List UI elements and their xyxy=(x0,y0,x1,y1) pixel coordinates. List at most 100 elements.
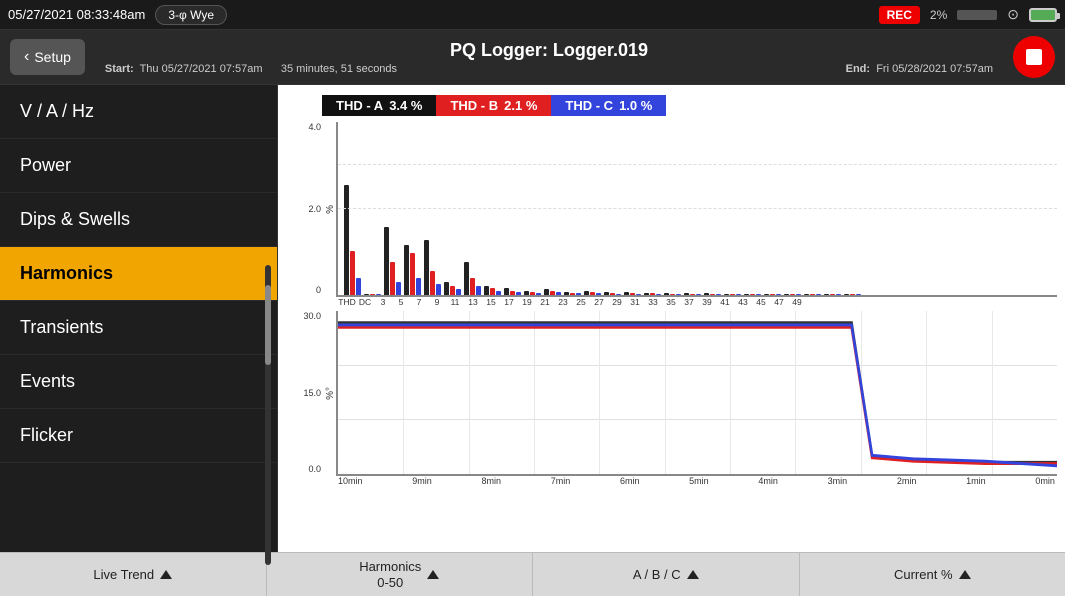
line-x-label-7: 3min xyxy=(828,476,848,486)
bar-a-2 xyxy=(384,227,389,295)
sidebar-item-transients[interactable]: Transients xyxy=(0,301,277,355)
line-x-label-9: 1min xyxy=(966,476,986,486)
bar-group-20 xyxy=(744,294,761,295)
bar-group-5 xyxy=(444,282,461,295)
bar-c-18 xyxy=(716,294,721,295)
bar-a-24 xyxy=(824,294,829,295)
bar-a-1 xyxy=(364,294,369,295)
thd-c-badge: THD - C 1.0 % xyxy=(551,95,666,116)
bar-a-19 xyxy=(724,294,729,295)
bar-c-16 xyxy=(676,294,681,295)
bar-group-10 xyxy=(544,289,561,295)
back-button[interactable]: ‹ Setup xyxy=(10,39,85,75)
main-area: V / A / Hz Power Dips & Swells Harmonics… xyxy=(0,85,1065,552)
bar-c-3 xyxy=(416,278,421,295)
line-chart-container: 30.0 15.0 0.0 %° xyxy=(286,311,1057,486)
bar-c-2 xyxy=(396,282,401,295)
bar-group-0 xyxy=(344,185,361,295)
bar-a-18 xyxy=(704,293,709,295)
bar-group-25 xyxy=(844,294,861,295)
bar-b-12 xyxy=(590,292,595,295)
thd-b-value: 2.1 % xyxy=(504,98,537,113)
line-chart xyxy=(336,311,1057,476)
bar-c-5 xyxy=(456,289,461,295)
sidebar-item-power[interactable]: Power xyxy=(0,139,277,193)
bar-b-7 xyxy=(490,288,495,295)
bar-a-11 xyxy=(564,292,569,295)
bar-b-18 xyxy=(710,294,715,295)
bar-x-label-8: 15 xyxy=(482,297,500,307)
bar-group-8 xyxy=(504,288,521,295)
bar-a-21 xyxy=(764,294,769,295)
bar-b-13 xyxy=(610,293,615,295)
thd-a-label: THD - A xyxy=(336,98,383,113)
current-pct-button[interactable]: Current % xyxy=(800,553,1065,596)
harmonics-0-50-button[interactable]: Harmonics 0-50 xyxy=(267,553,534,596)
bar-group-23 xyxy=(804,294,821,295)
thd-c-label: THD - C xyxy=(565,98,613,113)
bar-group-13 xyxy=(604,292,621,295)
bar-b-14 xyxy=(630,293,635,295)
bar-c-22 xyxy=(796,294,801,295)
thd-c-value: 1.0 % xyxy=(619,98,652,113)
page-title: PQ Logger: Logger.019 xyxy=(85,40,1013,61)
bar-c-14 xyxy=(636,294,641,295)
live-trend-arrow-icon xyxy=(160,570,172,579)
sidebar-item-dips-swells[interactable]: Dips & Swells xyxy=(0,193,277,247)
bar-x-label-9: 17 xyxy=(500,297,518,307)
bar-c-0 xyxy=(356,278,361,295)
line-x-label-5: 5min xyxy=(689,476,709,486)
bar-x-labels: THDDC35791113151719212325272931333537394… xyxy=(338,297,1057,307)
bar-group-22 xyxy=(784,294,801,295)
thd-badges: THD - A 3.4 % THD - B 2.1 % THD - C 1.0 … xyxy=(322,95,1057,116)
bar-c-9 xyxy=(536,293,541,295)
bar-x-label-12: 23 xyxy=(554,297,572,307)
bar-group-18 xyxy=(704,293,721,295)
bar-b-8 xyxy=(510,291,515,295)
bar-x-label-14: 27 xyxy=(590,297,608,307)
bar-x-label-4: 7 xyxy=(410,297,428,307)
bar-y-min: 0 xyxy=(316,285,321,295)
line-y-min: 0.0 xyxy=(308,464,321,474)
stop-button[interactable] xyxy=(1013,36,1055,78)
bar-b-3 xyxy=(410,253,415,295)
line-x-label-10: 0min xyxy=(1035,476,1055,486)
status-bar: 05/27/2021 08:33:48am 3-φ Wye REC 2% ⊙ xyxy=(0,0,1065,30)
stop-icon xyxy=(1026,49,1042,65)
bar-x-label-10: 19 xyxy=(518,297,536,307)
thd-a-badge: THD - A 3.4 % xyxy=(322,95,436,116)
bar-b-4 xyxy=(430,271,435,295)
sidebar-item-harmonics[interactable]: Harmonics xyxy=(0,247,277,301)
bar-x-label-3: 5 xyxy=(392,297,410,307)
phase-badge: 3-φ Wye xyxy=(155,5,227,25)
bar-group-3 xyxy=(404,245,421,295)
bar-group-2 xyxy=(384,227,401,295)
bar-b-17 xyxy=(690,294,695,295)
sidebar-item-flicker[interactable]: Flicker xyxy=(0,409,277,463)
bar-a-16 xyxy=(664,293,669,295)
bar-a-23 xyxy=(804,294,809,295)
a-b-c-button[interactable]: A / B / C xyxy=(533,553,800,596)
live-trend-button[interactable]: Live Trend xyxy=(0,553,267,596)
bar-b-10 xyxy=(550,291,555,295)
bar-a-10 xyxy=(544,289,549,295)
sidebar-item-events[interactable]: Events xyxy=(0,355,277,409)
sidebar-item-v-a-hz[interactable]: V / A / Hz xyxy=(0,85,277,139)
bar-b-20 xyxy=(750,294,755,295)
grid-75 xyxy=(338,164,1057,165)
bar-x-label-15: 29 xyxy=(608,297,626,307)
sidebar-scrollbar[interactable] xyxy=(265,265,271,565)
thd-b-badge: THD - B 2.1 % xyxy=(436,95,551,116)
bar-group-17 xyxy=(684,293,701,295)
bar-b-2 xyxy=(390,262,395,295)
bar-chart-container: 4.0 2.0 0 % THDDC3579111315171921232 xyxy=(286,122,1057,307)
bar-c-15 xyxy=(656,294,661,295)
bar-x-label-23: 45 xyxy=(752,297,770,307)
bar-b-1 xyxy=(370,294,375,295)
bar-group-9 xyxy=(524,291,541,295)
bar-x-label-1: DC xyxy=(356,297,374,307)
line-x-label-3: 7min xyxy=(551,476,571,486)
bar-b-11 xyxy=(570,293,575,295)
line-a xyxy=(338,323,1057,463)
sidebar-scrollbar-thumb xyxy=(265,285,271,365)
